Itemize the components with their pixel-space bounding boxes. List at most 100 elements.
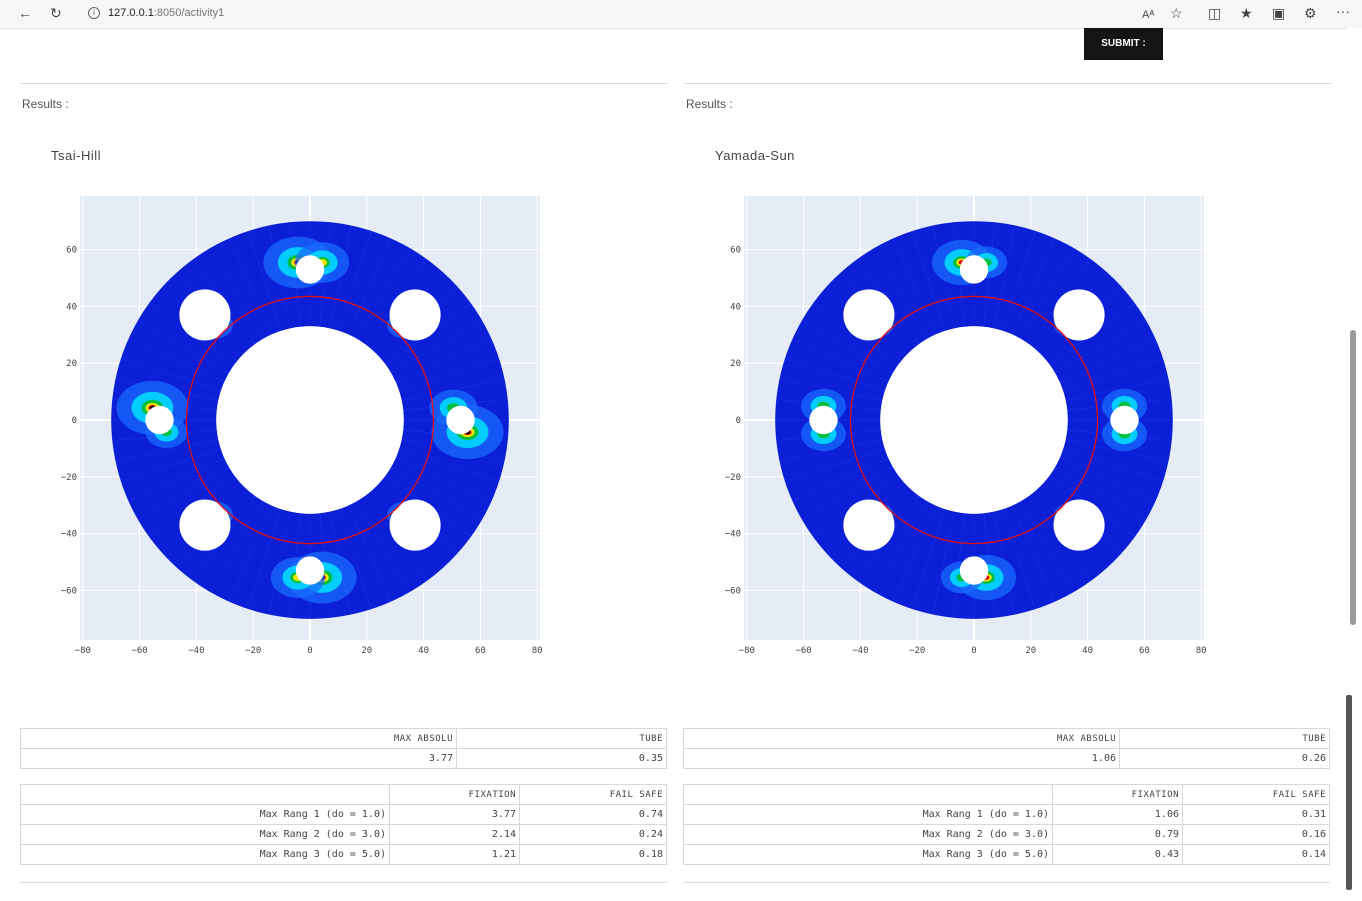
table-header-cell [683,784,1053,805]
reload-icon[interactable]: ↻ [50,4,62,22]
table-header-row: FIXATION FAIL SAFE [683,784,1330,805]
table-row: Max Rang 1 (do = 1.0) 3.77 0.74 [20,804,667,825]
x-tick-label: −40 [188,646,204,656]
bolt-hole [809,405,838,435]
y-tick-label: 40 [66,302,77,312]
x-tick-label: −60 [795,646,811,656]
summary-table-left: MAX ABSOLU TUBE 3.77 0.35 [20,728,667,769]
x-tick-label: 60 [475,646,486,656]
bolt-hole [295,556,325,585]
table-header-cell: MAX ABSOLU [20,728,457,749]
y-tick-label: −40 [725,530,741,540]
collections-icon[interactable]: ▣ [1272,4,1285,22]
divider-left [20,83,668,84]
table-header-cell: MAX ABSOLU [683,728,1120,749]
x-tick-label: 40 [1082,646,1093,656]
x-tick-label: 80 [1196,646,1207,656]
x-tick-label: −60 [131,646,147,656]
table-row: Max Rang 2 (do = 3.0) 0.79 0.16 [683,824,1330,845]
table-header-cell [20,784,390,805]
y-tick-label: −20 [61,473,77,483]
x-tick-label: 0 [307,646,312,656]
table-cell: Max Rang 1 (do = 1.0) [20,804,390,825]
stress-plot-yamada-sun[interactable]: −80 −60 −40 −20 0 20 40 60 80 60 40 20 0 −20 −40 −60 [664,190,1224,665]
table-header-row: FIXATION FAIL SAFE [20,784,667,805]
url-host: 127.0.0.1 [108,7,154,19]
bolt-hole [959,556,989,585]
table-cell: Max Rang 2 (do = 3.0) [20,824,390,845]
x-tick-label: −80 [739,646,755,656]
x-tick-label: −20 [245,646,261,656]
read-aloud-icon[interactable]: Aᴬ [1142,6,1154,24]
inner-bore [880,326,1068,514]
x-tick-label: 20 [1025,646,1036,656]
table-cell: Max Rang 3 (do = 5.0) [683,844,1053,865]
bolt-hole [295,255,325,284]
table-row: 3.77 0.35 [20,748,667,769]
plot-title-left: Tsai-Hill [51,148,101,163]
table-cell: 0.31 [1182,804,1330,825]
table-cell: 0.35 [456,748,667,769]
y-tick-label: 60 [730,246,741,256]
y-tick-label: 20 [66,359,77,369]
table-cell: 0.74 [519,804,667,825]
bolt-hole [446,405,475,435]
y-tick-label: 20 [730,359,741,369]
table-cell: 0.79 [1052,824,1183,845]
x-tick-label: −20 [909,646,925,656]
address-bar[interactable]: i 127.0.0.1:8050/activity1 [78,3,1098,24]
favorites-icon[interactable]: ★ [1240,4,1253,22]
divider-bottom-left [20,882,667,883]
bolt-hole [145,405,174,435]
split-screen-icon[interactable]: ◫ [1208,4,1221,22]
y-tick-label: 0 [72,416,77,426]
y-tick-label: 40 [730,302,741,312]
table-cell: 3.77 [20,748,457,769]
x-tick-label: 0 [971,646,976,656]
stress-plot-tsai-hill[interactable]: −80 −60 −40 −20 0 20 40 60 80 60 40 20 0 −20 −40 −60 [0,190,560,665]
plot-title-right: Yamada-Sun [715,148,795,163]
table-row: 1.06 0.26 [683,748,1330,769]
extensions-icon[interactable]: ⚙ [1304,4,1317,22]
divider-bottom-right [683,882,1330,883]
browser-toolbar: ← ↻ i 127.0.0.1:8050/activity1 Aᴬ ☆ ◫ ★ ▣… [0,0,1362,29]
table-header-cell: FIXATION [1052,784,1183,805]
more-menu-icon[interactable]: ··· [1336,2,1350,20]
results-label-left: Results : [22,97,69,111]
table-cell: 1.06 [683,748,1120,769]
table-cell: 0.14 [1182,844,1330,865]
table-cell: 2.14 [389,824,520,845]
table-cell: 0.16 [1182,824,1330,845]
table-header-cell: FIXATION [389,784,520,805]
x-tick-label: 60 [1139,646,1150,656]
y-tick-label: 0 [736,416,741,426]
scrollbar-thumb[interactable] [1350,330,1356,625]
bolt-hole [1110,405,1139,435]
scrollbar-indicator [1346,695,1352,890]
rank-table-right: FIXATION FAIL SAFE Max Rang 1 (do = 1.0)… [683,784,1330,865]
y-tick-label: 60 [66,246,77,256]
bolt-hole [959,255,989,284]
table-header-row: MAX ABSOLU TUBE [20,728,667,749]
url-path: :8050/activity1 [153,7,225,19]
inner-bore [216,326,404,514]
table-cell: 0.24 [519,824,667,845]
table-cell: 1.21 [389,844,520,865]
site-info-icon[interactable]: i [88,7,100,20]
x-tick-label: 40 [418,646,429,656]
back-arrow-icon[interactable]: ← [18,4,32,22]
table-cell: Max Rang 1 (do = 1.0) [683,804,1053,825]
favorite-star-icon[interactable]: ☆ [1170,4,1183,22]
table-cell: 0.18 [519,844,667,865]
x-tick-label: 20 [361,646,372,656]
y-tick-label: −20 [725,473,741,483]
submit-button[interactable]: SUBMIT : [1084,28,1163,60]
y-tick-label: −40 [61,530,77,540]
table-cell: Max Rang 3 (do = 5.0) [20,844,390,865]
rank-table-left: FIXATION FAIL SAFE Max Rang 1 (do = 1.0)… [20,784,667,865]
table-cell: 0.26 [1119,748,1330,769]
table-header-cell: FAIL SAFE [1182,784,1330,805]
table-row: Max Rang 2 (do = 3.0) 2.14 0.24 [20,824,667,845]
x-tick-label: 80 [532,646,543,656]
divider-right [684,83,1332,84]
